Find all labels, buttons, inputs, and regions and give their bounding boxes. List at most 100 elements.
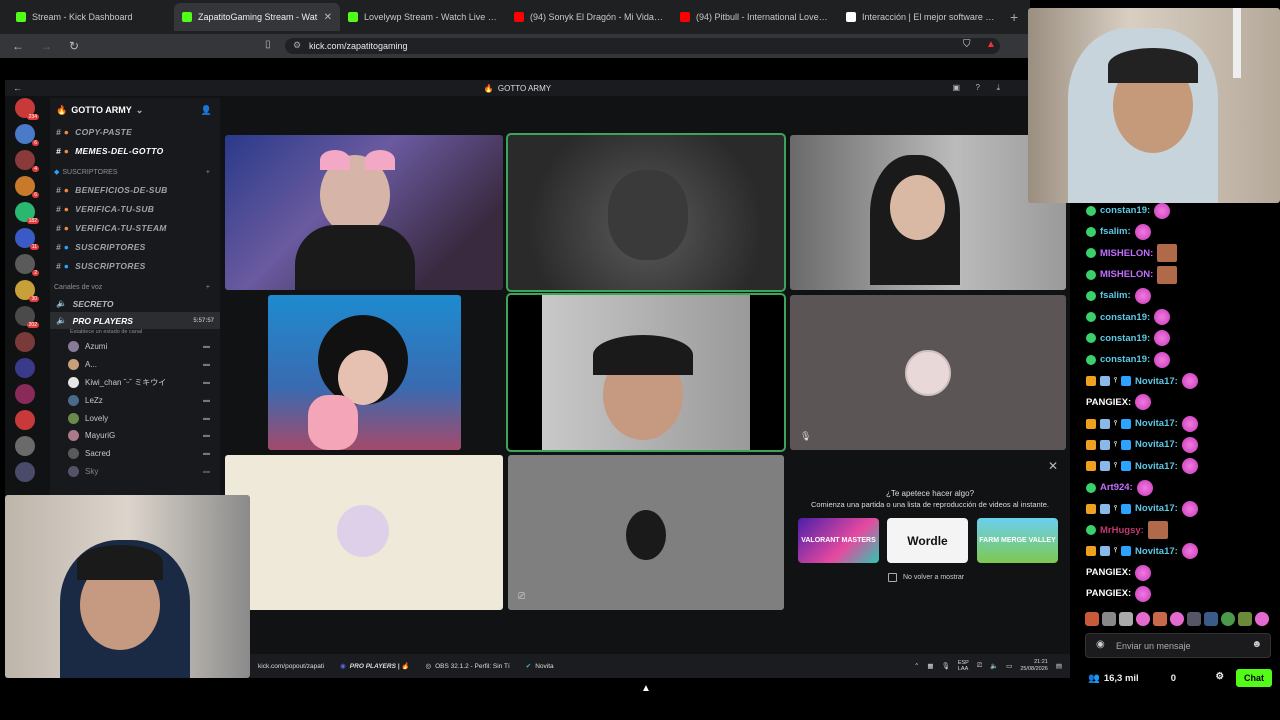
chat-message[interactable]: fsalim: (1078, 221, 1280, 242)
chat-send-button[interactable]: Chat (1236, 669, 1272, 687)
taskbar-item-browser[interactable]: kick.com/popout/zapati (250, 654, 332, 678)
download-icon[interactable]: ⤓ (996, 83, 1000, 93)
close-icon[interactable]: ✕ (1048, 459, 1058, 473)
volume-icon[interactable]: 🔈 (990, 662, 998, 670)
server-icon[interactable]: 2 (15, 254, 39, 276)
video-tile-4[interactable] (268, 295, 461, 450)
channel-item[interactable]: # ● COPY-PASTE (50, 122, 220, 141)
taskbar-item-novita[interactable]: ✔ Novita (518, 654, 562, 678)
extension-red-icon[interactable]: ▲ (986, 39, 996, 50)
browser-tab[interactable]: Interacción | El mejor software para p (838, 3, 1004, 31)
chat-message[interactable]: PANGIEX: (1078, 392, 1280, 413)
add-member-icon[interactable]: 👤 (201, 105, 212, 116)
chat-username[interactable]: PANGIEX: (1086, 567, 1131, 578)
back-icon[interactable]: ← (8, 39, 28, 53)
video-tile-7[interactable] (225, 455, 503, 610)
channel-item[interactable]: # ● VERIFICA-TU-SUB (50, 199, 220, 218)
address-bar[interactable]: ⚙ kick.com/zapatitogaming (285, 38, 1000, 54)
channel-item[interactable]: # ● BENEFICIOS-DE-SUB (50, 180, 220, 199)
tray-chevron-icon[interactable]: ⌃ (914, 662, 919, 670)
add-channel-icon[interactable]: + (206, 169, 210, 176)
channel-item[interactable]: # ● MEMES-DEL-GOTTO (50, 141, 220, 160)
game-card-valorant[interactable]: VALORANT MASTERS (798, 518, 879, 563)
server-icon[interactable] (15, 436, 35, 456)
chat-username[interactable]: constan19: (1100, 312, 1150, 323)
browser-tab[interactable]: (94) Pitbull - International Love (Offic (672, 3, 838, 31)
voice-member[interactable]: Kiwi_chan ˘ᵕ˘ ミキウイ ▬ (50, 374, 220, 392)
chat-username[interactable]: constan19: (1100, 354, 1150, 365)
video-tile-1[interactable] (225, 135, 503, 290)
mic-icon[interactable]: 🎙 (942, 662, 950, 670)
chat-message[interactable]: constan19: (1078, 306, 1280, 327)
voice-member[interactable]: Sky ▬ (50, 463, 220, 481)
chat-input[interactable]: ◉ Enviar un mensaje ☻ (1085, 633, 1271, 658)
voice-member[interactable]: A... ▬ (50, 356, 220, 374)
chat-message[interactable]: PANGIEX: (1078, 562, 1280, 583)
server-icon[interactable] (15, 410, 35, 430)
chat-username[interactable]: constan19: (1100, 333, 1150, 344)
server-icon[interactable]: 30 (15, 280, 39, 302)
chat-message[interactable]: constan19: (1078, 328, 1280, 349)
game-card-wordle[interactable]: Wordle (887, 518, 968, 563)
channel-item[interactable]: # ● SUSCRIPTORES (50, 237, 220, 256)
forward-icon[interactable]: → (36, 39, 56, 53)
inbox-icon[interactable]: ▣ (952, 83, 960, 92)
notification-icon[interactable]: ▤ (1056, 662, 1062, 670)
chat-username[interactable]: fsalim: (1100, 290, 1131, 301)
site-info-icon[interactable]: ⚙ (293, 40, 301, 51)
chat-message[interactable]: constan19: (1078, 200, 1280, 221)
voice-member[interactable]: Sacred ▬ (50, 445, 220, 463)
chat-username[interactable]: PANGIEX: (1086, 397, 1131, 408)
chat-message[interactable]: MrHugsy: (1078, 519, 1280, 540)
chat-username[interactable]: MISHELON: (1100, 248, 1153, 259)
browser-tab[interactable]: Stream - Kick Dashboard (8, 3, 174, 31)
chat-username[interactable]: Novita17: (1135, 418, 1178, 429)
chat-username[interactable]: Novita17: (1135, 376, 1178, 387)
video-tile-6[interactable]: 🎙 (790, 295, 1066, 450)
bookmark-icon[interactable]: ▯ (265, 39, 271, 50)
chat-message[interactable]: ⫯ Novita17: (1078, 413, 1280, 434)
chat-username[interactable]: Art924: (1100, 482, 1133, 493)
chat-message[interactable]: ⫯ Novita17: (1078, 541, 1280, 562)
chat-username[interactable]: Novita17: (1135, 503, 1178, 514)
server-icon[interactable]: 182 (15, 202, 39, 224)
chat-message[interactable]: ⫯ Novita17: (1078, 434, 1280, 455)
channel-item[interactable]: 🔈 SECRETO (50, 295, 220, 312)
channel-item[interactable]: # ● VERIFICA-TU-STEAM (50, 218, 220, 237)
network-icon[interactable]: ⎚ (977, 662, 982, 670)
server-icon[interactable]: 6 (15, 124, 39, 146)
chat-message[interactable]: fsalim: (1078, 285, 1280, 306)
checkbox-box[interactable] (888, 573, 897, 582)
browser-tab[interactable]: Lovelywp Stream - Watch Live on Kic (340, 3, 506, 31)
chat-message[interactable]: constan19: (1078, 349, 1280, 370)
server-icon[interactable]: 11 (15, 228, 39, 250)
close-tab-icon[interactable]: ✕ (324, 12, 332, 23)
tray-lang[interactable]: ESP LAA (958, 660, 969, 672)
emoji-icon[interactable]: ☻ (1251, 639, 1262, 650)
chat-username[interactable]: Novita17: (1135, 439, 1178, 450)
category-subs[interactable]: ◆ SUSCRIPTORES + (50, 164, 220, 180)
channel-item[interactable]: # ● SUSCRIPTORES (50, 256, 220, 275)
chat-message[interactable]: MISHELON: (1078, 264, 1280, 285)
voice-member[interactable]: MayuriG ▬ (50, 427, 220, 445)
chat-message[interactable]: ⫯ Novita17: (1078, 456, 1280, 477)
chat-message[interactable]: MISHELON: (1078, 243, 1280, 264)
battery-icon[interactable]: ▭ (1006, 662, 1012, 670)
chat-username[interactable]: MrHugsy: (1100, 525, 1144, 536)
server-icon[interactable]: 234 (15, 98, 39, 120)
voice-member[interactable]: Azumi ▬ (50, 338, 220, 356)
video-tile-5[interactable] (506, 293, 786, 452)
taskbar-item-discord[interactable]: ◉ PRO PLAYERS | 🔥 (332, 654, 417, 678)
chat-username[interactable]: constan19: (1100, 205, 1150, 216)
voice-status[interactable]: Establece un estado de canal (50, 329, 220, 338)
back-arrow-icon[interactable]: ← (13, 83, 22, 93)
browser-tab[interactable]: ZapatitoGaming Stream - Wat ✕ (174, 3, 340, 31)
chat-username[interactable]: Novita17: (1135, 461, 1178, 472)
server-icon[interactable] (15, 358, 35, 378)
voice-member[interactable]: Lovely ▬ (50, 409, 220, 427)
video-tile-3[interactable] (790, 135, 1066, 290)
game-card-farm[interactable]: FARM MERGE VALLEY (977, 518, 1058, 563)
new-tab-icon[interactable]: + (1010, 9, 1018, 25)
tray-app-icon[interactable]: ▦ (927, 662, 933, 670)
voice-member[interactable]: LeZz ▬ (50, 391, 220, 409)
